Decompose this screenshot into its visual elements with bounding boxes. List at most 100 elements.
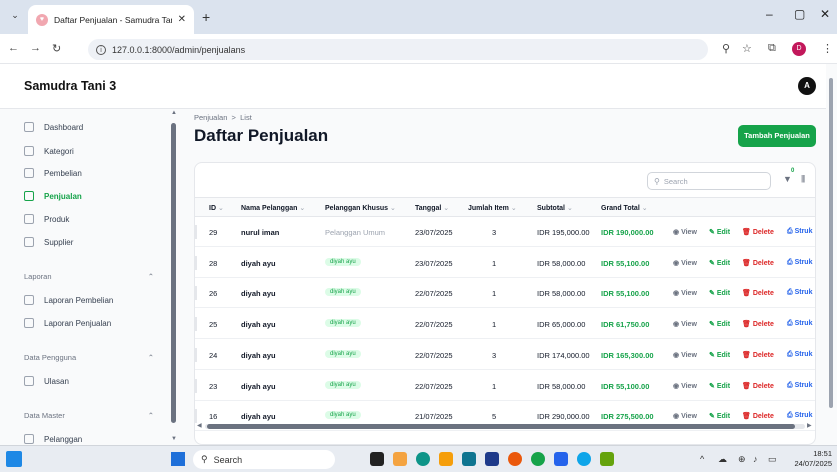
struk-action[interactable]: ⎙ Struk bbox=[787, 289, 812, 297]
volume-icon[interactable]: ♪ bbox=[753, 454, 758, 464]
edit-action[interactable]: ✎ Edit bbox=[709, 351, 730, 359]
table-row[interactable]: 29 nurul iman Pelanggan Umum 23/07/2025 3 IDR… bbox=[195, 217, 815, 247]
forward-icon[interactable]: → bbox=[30, 42, 41, 54]
delete-action[interactable]: 🗑 Delete bbox=[742, 320, 774, 328]
view-action[interactable]: ◉ View bbox=[673, 351, 697, 359]
app-l-icon[interactable] bbox=[485, 452, 499, 466]
struk-action[interactable]: ⎙ Struk bbox=[787, 320, 812, 328]
row-selector[interactable] bbox=[195, 255, 197, 270]
chrome-icon[interactable] bbox=[531, 452, 545, 466]
table-row[interactable]: 25 diyah ayu diyah ayu 22/07/2025 1 IDR 65,00… bbox=[195, 309, 815, 340]
sidebar-item-produk[interactable]: Produk bbox=[24, 210, 164, 228]
column-header-pelanggan-khusus[interactable]: Pelanggan Khusus ⌄ bbox=[325, 204, 396, 212]
sidebar-group-data-master[interactable]: Data Master ⌃ bbox=[24, 411, 154, 420]
row-selector[interactable] bbox=[195, 225, 197, 239]
edit-action[interactable]: ✎ Edit bbox=[709, 259, 730, 267]
view-action[interactable]: ◉ View bbox=[673, 228, 697, 236]
column-header-tanggal[interactable]: Tanggal ⌄ bbox=[415, 204, 449, 212]
edit-action[interactable]: ✎ Edit bbox=[709, 382, 730, 390]
close-icon[interactable]: ✕ bbox=[178, 14, 186, 25]
scroll-right-icon[interactable]: ▶ bbox=[807, 422, 812, 429]
delete-action[interactable]: 🗑 Delete bbox=[742, 228, 774, 236]
zoom-icon[interactable]: ⚲ bbox=[722, 42, 730, 55]
edit-action[interactable]: ✎ Edit bbox=[709, 412, 730, 420]
app-icon[interactable] bbox=[600, 452, 614, 466]
struk-action[interactable]: ⎙ Struk bbox=[787, 228, 812, 236]
sidebar-item-pelanggan[interactable]: Pelanggan bbox=[24, 430, 164, 445]
sidebar-item-dashboard[interactable]: Dashboard bbox=[24, 118, 164, 136]
row-selector[interactable] bbox=[195, 286, 197, 301]
table-row[interactable]: 26 diyah ayu diyah ayu 22/07/2025 1 IDR 58,00… bbox=[195, 278, 815, 309]
sidebar-scrollbar[interactable]: ▲ ▼ bbox=[171, 110, 177, 442]
browser-tab[interactable]: ♥ Daftar Penjualan - Samudra Tan ✕ bbox=[28, 5, 194, 34]
delete-action[interactable]: 🗑 Delete bbox=[742, 382, 774, 390]
filter-icon[interactable]: ▼ bbox=[783, 174, 792, 184]
row-selector[interactable] bbox=[195, 378, 197, 393]
search-input[interactable]: ⚲ Search bbox=[647, 172, 771, 190]
view-action[interactable]: ◉ View bbox=[673, 382, 697, 390]
table-row[interactable]: 24 diyah ayu diyah ayu 22/07/2025 3 IDR 174,0… bbox=[195, 340, 815, 370]
back-icon[interactable]: ← bbox=[8, 42, 19, 54]
edit-action[interactable]: ✎ Edit bbox=[709, 228, 730, 236]
file-explorer-icon[interactable] bbox=[439, 452, 453, 466]
chevron-up-icon[interactable]: ^ bbox=[700, 454, 704, 464]
app-icon[interactable] bbox=[393, 452, 407, 466]
edit-action[interactable]: ✎ Edit bbox=[709, 289, 730, 297]
user-avatar[interactable]: A bbox=[798, 77, 816, 95]
start-icon[interactable] bbox=[171, 452, 185, 466]
struk-action[interactable]: ⎙ Struk bbox=[787, 382, 812, 390]
scroll-up-icon[interactable]: ▲ bbox=[171, 110, 177, 116]
delete-action[interactable]: 🗑 Delete bbox=[742, 412, 774, 420]
edge-icon[interactable] bbox=[416, 452, 430, 466]
view-action[interactable]: ◉ View bbox=[673, 289, 697, 297]
column-header-grand-total[interactable]: Grand Total ⌄ bbox=[601, 204, 648, 212]
minimize-icon[interactable]: – bbox=[766, 7, 773, 21]
profile-avatar[interactable]: D bbox=[792, 42, 806, 56]
scrollbar-thumb[interactable] bbox=[829, 78, 833, 408]
system-clock[interactable]: 18:51 24/07/2025 bbox=[788, 449, 832, 469]
column-header-subtotal[interactable]: Subtotal ⌄ bbox=[537, 204, 573, 212]
taskbar-search[interactable]: ⚲ Search bbox=[193, 450, 335, 469]
browser-menu-icon[interactable]: ⋮ bbox=[822, 42, 833, 55]
task-view-icon[interactable] bbox=[370, 452, 384, 466]
scrollbar-thumb[interactable] bbox=[207, 424, 795, 429]
app-icon[interactable] bbox=[577, 452, 591, 466]
row-selector[interactable] bbox=[195, 317, 197, 332]
row-selector[interactable] bbox=[195, 347, 197, 362]
scroll-left-icon[interactable]: ◀ bbox=[197, 422, 202, 429]
widgets-icon[interactable] bbox=[6, 451, 22, 467]
page-scrollbar[interactable] bbox=[829, 68, 834, 442]
vscode-icon[interactable] bbox=[554, 452, 568, 466]
sidebar-group-laporan[interactable]: Laporan ⌃ bbox=[24, 272, 154, 281]
maximize-icon[interactable]: ▢ bbox=[794, 7, 805, 21]
site-info-icon[interactable]: i bbox=[96, 44, 106, 55]
struk-action[interactable]: ⎙ Struk bbox=[787, 351, 812, 359]
scroll-down-icon[interactable]: ▼ bbox=[171, 436, 177, 442]
struk-action[interactable]: ⎙ Struk bbox=[787, 259, 812, 267]
sidebar-item-laporan-pembelian[interactable]: Laporan Pembelian bbox=[24, 291, 164, 309]
url-field[interactable]: i 127.0.0.1:8000/admin/penjualans bbox=[88, 39, 708, 60]
sidebar-item-kategori[interactable]: Kategori bbox=[24, 142, 164, 160]
cloud-icon[interactable]: ☁ bbox=[718, 454, 727, 465]
store-icon[interactable] bbox=[462, 452, 476, 466]
sidebar-item-supplier[interactable]: Supplier bbox=[24, 233, 164, 251]
scrollbar-thumb[interactable] bbox=[171, 123, 176, 423]
table-row[interactable]: 28 diyah ayu diyah ayu 23/07/2025 1 IDR 58,00… bbox=[195, 248, 815, 278]
window-close-icon[interactable]: ✕ bbox=[820, 7, 830, 21]
sidebar-item-penjualan[interactable]: Penjualan bbox=[24, 187, 164, 205]
column-header-id[interactable]: ID ⌄ bbox=[209, 204, 224, 212]
struk-action[interactable]: ⎙ Struk bbox=[787, 412, 812, 420]
tab-search-icon[interactable]: ⌄ bbox=[8, 10, 22, 24]
bookmark-star-icon[interactable]: ☆ bbox=[742, 42, 752, 55]
columns-icon[interactable]: ||| bbox=[801, 174, 805, 183]
add-penjualan-button[interactable]: Tambah Penjualan bbox=[738, 125, 816, 147]
sidebar-item-pembelian[interactable]: Pembelian bbox=[24, 164, 164, 182]
delete-action[interactable]: 🗑 Delete bbox=[742, 259, 774, 267]
new-tab-icon[interactable]: + bbox=[202, 9, 210, 25]
horizontal-scrollbar[interactable]: ◀ ▶ bbox=[195, 422, 815, 430]
table-row[interactable]: 23 diyah ayu diyah ayu 22/07/2025 1 IDR 58,00… bbox=[195, 371, 815, 401]
view-action[interactable]: ◉ View bbox=[673, 320, 697, 328]
sidebar-item-laporan-penjualan[interactable]: Laporan Penjualan bbox=[24, 314, 164, 332]
breadcrumb-parent[interactable]: Penjualan bbox=[194, 113, 227, 122]
delete-action[interactable]: 🗑 Delete bbox=[742, 351, 774, 359]
